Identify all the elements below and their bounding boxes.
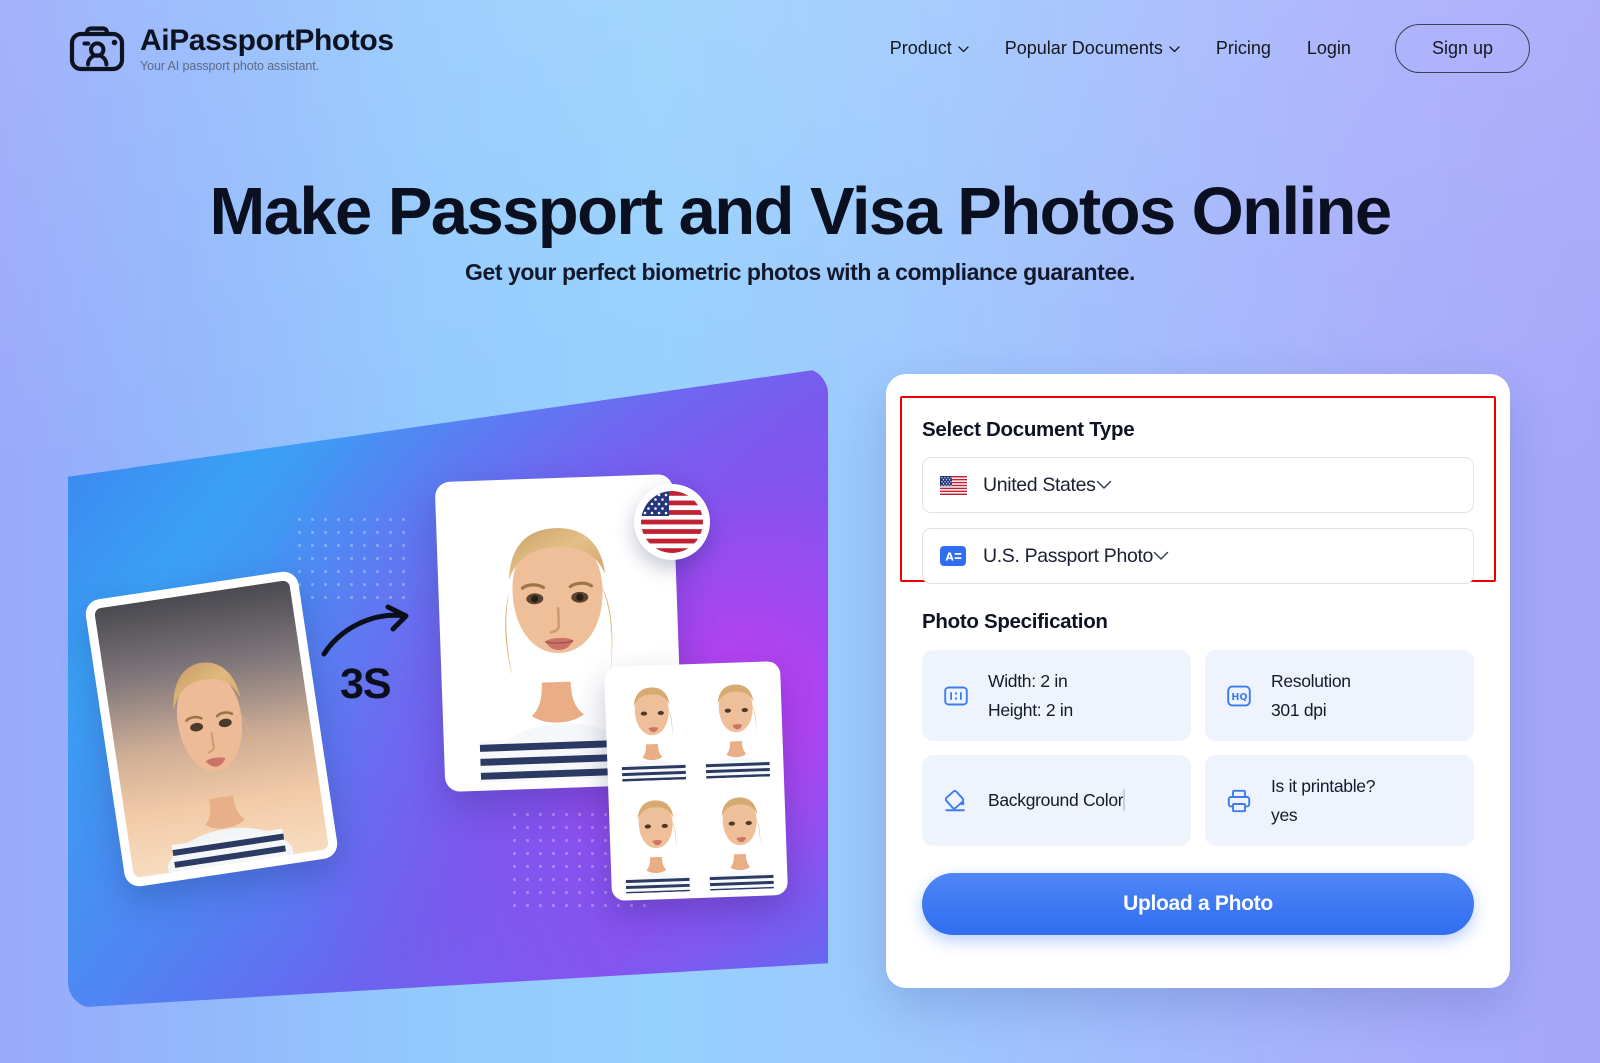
original-portrait-image <box>93 579 330 879</box>
sheet-photo-cell <box>694 668 777 779</box>
sheet-photo-cell <box>611 671 694 782</box>
spec-card-text: Background Color <box>988 786 1126 814</box>
svg-text:HQ: HQ <box>1231 692 1247 703</box>
upload-photo-button[interactable]: Upload a Photo <box>922 873 1474 935</box>
document-config-panel: Select Document Type United States A U.S… <box>886 374 1510 988</box>
nav-item-label: Popular Documents <box>1004 37 1163 58</box>
spec-card-resolution: HQ Resolution 301 dpi <box>1205 650 1474 741</box>
brand-tagline: Your AI passport photo assistant. <box>140 58 319 73</box>
nav-item-label: Product <box>889 37 952 58</box>
spec-card-background-color: Background Color <box>922 755 1191 846</box>
photo-specification-grid: Width: 2 in Height: 2 in HQ Resolution 3… <box>922 650 1474 846</box>
spec-card-text: Is it printable? yes <box>1271 772 1375 829</box>
nav-item-pricing[interactable]: Pricing <box>1198 28 1289 69</box>
hero-illustration: 3S <box>68 368 828 1008</box>
sheet-photo-cell <box>615 783 698 894</box>
brand-name: AiPassportPhotos <box>140 23 394 57</box>
sheet-photo-cell <box>698 780 781 891</box>
main-navigation: Product Popular Documents Pricing Login … <box>872 23 1530 73</box>
us-flag-icon <box>940 475 970 495</box>
spec-line: Is it printable? <box>1271 776 1376 797</box>
spec-line: Height: 2 in <box>988 699 1073 720</box>
spec-line: Resolution <box>1271 671 1351 692</box>
spec-line: Background Color <box>988 790 1124 811</box>
photo-specification-title: Photo Specification <box>922 610 1108 633</box>
nav-item-popular-documents[interactable]: Popular Documents <box>987 28 1198 69</box>
dot-pattern-decoration <box>293 513 413 608</box>
spec-card-text: Width: 2 in Height: 2 in <box>988 667 1073 724</box>
spec-card-dimensions: Width: 2 in Height: 2 in <box>922 650 1191 741</box>
us-flag-icon <box>634 484 710 560</box>
id-card-icon: A <box>940 546 970 566</box>
document-type-select-value: U.S. Passport Photo <box>983 544 1154 567</box>
chevron-down-icon <box>1169 43 1180 53</box>
nav-item-product[interactable]: Product <box>872 28 987 69</box>
document-type-select[interactable]: A U.S. Passport Photo <box>922 528 1474 584</box>
site-header: AiPassportPhotos Your AI passport photo … <box>0 0 1600 96</box>
spec-line: yes <box>1271 804 1298 825</box>
nav-item-label: Login <box>1306 37 1351 58</box>
country-select[interactable]: United States <box>922 457 1474 513</box>
hq-resolution-icon: HQ <box>1225 683 1253 709</box>
spec-card-printable: Is it printable? yes <box>1205 755 1474 846</box>
signup-button[interactable]: Sign up <box>1394 23 1530 73</box>
spec-card-text: Resolution 301 dpi <box>1271 667 1351 724</box>
page-subtitle: Get your perfect biometric photos with a… <box>465 259 1135 285</box>
chevron-down-icon <box>1153 551 1169 561</box>
nav-item-label: Pricing <box>1215 37 1271 58</box>
aspect-ratio-icon <box>942 683 970 709</box>
country-select-value: United States <box>983 473 1096 496</box>
chevron-down-icon <box>958 43 969 53</box>
brand-logo-link[interactable]: AiPassportPhotos Your AI passport photo … <box>68 23 394 73</box>
spec-line: Width: 2 in <box>988 671 1068 692</box>
original-photo-card <box>83 569 340 889</box>
printable-photo-sheet <box>603 661 789 901</box>
select-document-type-title: Select Document Type <box>922 418 1135 441</box>
page-title: Make Passport and Visa Photos Online <box>209 174 1392 249</box>
background-color-swatch[interactable] <box>1123 789 1126 812</box>
printer-icon <box>1225 788 1253 814</box>
chevron-down-icon <box>1096 480 1112 490</box>
nav-item-login[interactable]: Login <box>1289 28 1369 69</box>
processing-time-label: 3S <box>340 660 392 708</box>
camera-portrait-icon <box>68 23 126 73</box>
spec-line: 301 dpi <box>1271 699 1327 720</box>
paint-bucket-icon <box>942 787 970 815</box>
svg-text:A: A <box>946 552 955 564</box>
